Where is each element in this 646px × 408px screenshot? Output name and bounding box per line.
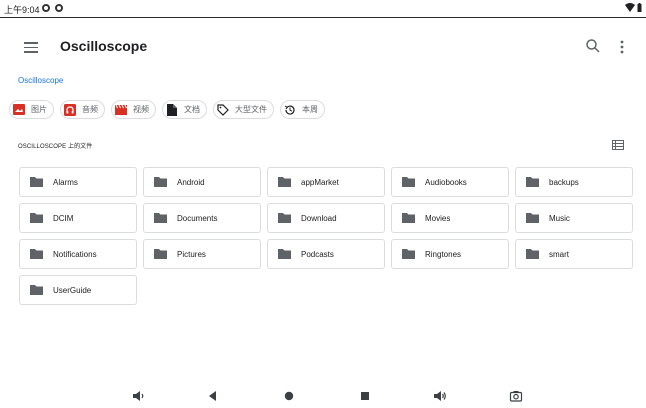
chip-label: 本周 — [302, 105, 318, 114]
folder-name: Movies — [425, 213, 451, 223]
folder-item[interactable]: Pictures — [143, 239, 261, 269]
folder-icon — [154, 177, 167, 187]
section-title: OSCILLOSCOPE 上的文件 — [18, 144, 93, 150]
chip-images[interactable]: 图片 — [9, 100, 54, 119]
chip-label: 视频 — [133, 105, 149, 114]
history-icon — [284, 104, 296, 116]
chip-label: 文档 — [184, 105, 200, 114]
filter-chips: 图片 音频 视频 文档 大型文件 本周 — [9, 100, 325, 119]
status-time: 上午9:04 — [4, 5, 40, 15]
folder-icon — [402, 249, 415, 259]
menu-icon[interactable] — [24, 42, 38, 54]
folder-grid: Alarms Android appMarket Audiobooks back… — [19, 167, 633, 305]
folder-icon — [278, 213, 291, 223]
folder-item[interactable]: Alarms — [19, 167, 137, 197]
folder-name: Alarms — [53, 177, 78, 187]
chip-label: 音频 — [82, 105, 98, 114]
label-icon — [217, 103, 229, 116]
chip-large-files[interactable]: 大型文件 — [213, 100, 274, 119]
back-icon[interactable] — [206, 390, 220, 402]
folder-icon — [30, 249, 43, 259]
volume-up-icon[interactable] — [433, 390, 447, 402]
volume-down-icon[interactable] — [131, 390, 145, 402]
app-notification-icon — [55, 4, 63, 12]
chip-label: 大型文件 — [235, 105, 267, 114]
folder-item[interactable]: Music — [515, 203, 633, 233]
image-icon — [13, 104, 25, 116]
screenshot-icon[interactable] — [509, 390, 523, 402]
folder-icon — [154, 213, 167, 223]
folder-name: Music — [549, 213, 570, 223]
folder-name: Podcasts — [301, 249, 334, 259]
folder-icon — [278, 177, 291, 187]
folder-name: Ringtones — [425, 249, 462, 259]
folder-item[interactable]: backups — [515, 167, 633, 197]
chip-label: 图片 — [31, 105, 47, 114]
folder-item[interactable]: smart — [515, 239, 633, 269]
chip-video[interactable]: 视频 — [111, 100, 156, 119]
movie-icon — [115, 104, 127, 116]
folder-icon — [30, 177, 43, 187]
folder-item[interactable]: Download — [267, 203, 385, 233]
app-bar: Oscilloscope — [0, 18, 646, 74]
folder-icon — [402, 177, 415, 187]
folder-item[interactable]: Ringtones — [391, 239, 509, 269]
folder-name: Audiobooks — [425, 177, 467, 187]
folder-item[interactable]: appMarket — [267, 167, 385, 197]
wifi-icon — [625, 3, 635, 12]
folder-icon — [402, 213, 415, 223]
app-title: Oscilloscope — [60, 38, 148, 54]
more-vert-icon[interactable] — [615, 38, 629, 56]
home-icon[interactable] — [282, 390, 296, 402]
folder-item[interactable]: Podcasts — [267, 239, 385, 269]
status-bar: 上午9:04 — [0, 0, 646, 18]
folder-item[interactable]: UserGuide — [19, 275, 137, 305]
folder-name: Notifications — [53, 249, 97, 259]
battery-icon — [637, 3, 642, 12]
folder-name: Pictures — [177, 249, 206, 259]
folder-name: DCIM — [53, 213, 74, 223]
folder-item[interactable]: Movies — [391, 203, 509, 233]
folder-icon — [278, 249, 291, 259]
folder-name: UserGuide — [53, 285, 92, 295]
folder-name: backups — [549, 177, 579, 187]
list-view-icon[interactable] — [612, 140, 624, 150]
folder-name: appMarket — [301, 177, 339, 187]
folder-icon — [526, 213, 539, 223]
navigation-bar — [0, 384, 646, 408]
folder-name: Android — [177, 177, 205, 187]
folder-name: Documents — [177, 213, 218, 223]
folder-name: Download — [301, 213, 337, 223]
folder-icon — [30, 285, 43, 295]
folder-icon — [526, 249, 539, 259]
chip-this-week[interactable]: 本周 — [280, 100, 325, 119]
folder-item[interactable]: Documents — [143, 203, 261, 233]
headphones-icon — [64, 103, 76, 116]
folder-item[interactable]: Android — [143, 167, 261, 197]
folder-item[interactable]: Audiobooks — [391, 167, 509, 197]
status-right — [625, 3, 642, 12]
folder-name: smart — [549, 249, 569, 259]
search-icon[interactable] — [585, 38, 601, 54]
chip-documents[interactable]: 文档 — [162, 100, 207, 119]
folder-icon — [526, 177, 539, 187]
chip-audio[interactable]: 音频 — [60, 100, 105, 119]
folder-icon — [154, 249, 167, 259]
app-notification-icon — [42, 4, 50, 12]
document-icon — [166, 103, 178, 116]
folder-item[interactable]: DCIM — [19, 203, 137, 233]
folder-icon — [30, 213, 43, 223]
breadcrumb[interactable]: Oscilloscope — [18, 76, 63, 85]
folder-item[interactable]: Notifications — [19, 239, 137, 269]
recents-icon[interactable] — [358, 390, 372, 402]
